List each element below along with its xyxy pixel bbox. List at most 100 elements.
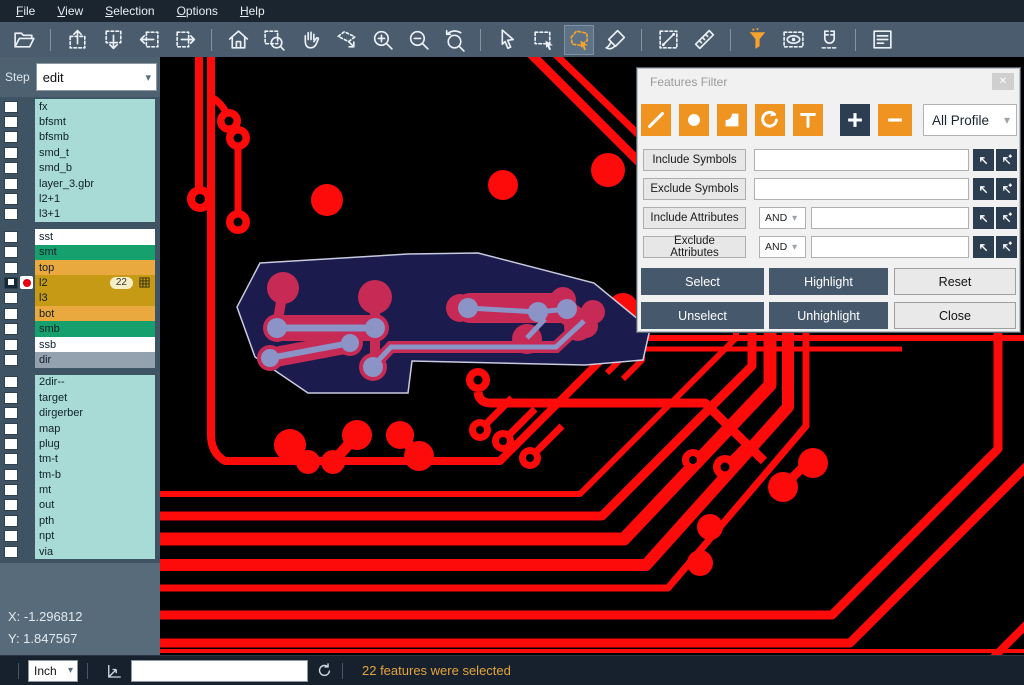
pan-hand-button[interactable] [296, 26, 324, 54]
layer-row-tm-b[interactable]: tm-b [0, 467, 160, 482]
layer-visibility-checkbox[interactable] [4, 423, 18, 435]
view-box-button[interactable] [779, 26, 807, 54]
select-rectangle-button[interactable] [529, 26, 557, 54]
layer-row-target[interactable]: target [0, 390, 160, 405]
layer-visibility-checkbox[interactable] [4, 246, 18, 258]
layer-visibility-checkbox[interactable] [4, 131, 18, 143]
layer-visibility-checkbox[interactable] [4, 453, 18, 465]
zoom-out-button[interactable] [404, 26, 432, 54]
layer-visibility-checkbox[interactable] [4, 546, 18, 558]
close-button[interactable]: Close [894, 302, 1016, 329]
ruler-button[interactable] [690, 26, 718, 54]
pan-up-button[interactable] [63, 26, 91, 54]
zoom-object-button[interactable] [332, 26, 360, 54]
layer-visibility-checkbox[interactable] [4, 376, 18, 388]
layer-row-dirgerber[interactable]: dirgerber [0, 405, 160, 420]
layer-visibility-checkbox[interactable] [4, 339, 18, 351]
exclude-symbols-button[interactable]: Exclude Symbols [643, 178, 746, 200]
layer-visibility-checkbox[interactable] [4, 484, 18, 496]
layer-visibility-checkbox[interactable] [4, 262, 18, 274]
pan-left-button[interactable] [135, 26, 163, 54]
select-polygon-button[interactable] [565, 26, 593, 54]
filter-arc-button[interactable] [755, 104, 785, 136]
select-button[interactable]: Select [641, 268, 764, 295]
layer-row-sst[interactable]: sst [0, 229, 160, 244]
layer-visibility-checkbox[interactable] [4, 292, 18, 304]
layer-row-dir[interactable]: dir [0, 352, 160, 367]
include-symbols-input[interactable] [754, 149, 969, 171]
include-symbols-button[interactable]: Include Symbols [643, 149, 746, 171]
layer-visibility-checkbox[interactable] [4, 530, 18, 542]
layer-row-out[interactable]: out [0, 498, 160, 513]
zoom-in-button[interactable] [368, 26, 396, 54]
layer-row-ssb[interactable]: ssb [0, 337, 160, 352]
snap-magnet-button[interactable] [815, 26, 843, 54]
layer-row-smt[interactable]: smt [0, 245, 160, 260]
highlight-button[interactable]: Highlight [769, 268, 888, 295]
layer-row-mt[interactable]: mt [0, 482, 160, 497]
pick-symbol-icon[interactable] [973, 178, 994, 200]
layer-row-bfsmb[interactable]: bfsmb [0, 130, 160, 145]
layer-row-plug[interactable]: plug [0, 436, 160, 451]
layer-row-bot[interactable]: bot [0, 306, 160, 321]
pick-symbol-add-icon[interactable] [996, 178, 1017, 200]
layer-row-npt[interactable]: npt [0, 529, 160, 544]
zoom-previous-button[interactable] [440, 26, 468, 54]
exclude-symbols-input[interactable] [754, 178, 969, 200]
layer-visibility-checkbox[interactable] [4, 323, 18, 335]
layer-row-smb[interactable]: smb [0, 321, 160, 336]
layer-visibility-checkbox[interactable] [4, 162, 18, 174]
layer-row-l3[interactable]: l3 [0, 291, 160, 306]
layer-visibility-checkbox[interactable] [4, 515, 18, 527]
measure-distance-button[interactable] [654, 26, 682, 54]
pick-attribute-icon[interactable] [973, 207, 994, 229]
layer-visibility-checkbox[interactable] [4, 178, 18, 190]
folder-open-button[interactable] [10, 26, 38, 54]
layer-row-bfsmt[interactable]: bfsmt [0, 114, 160, 129]
layer-form-button[interactable] [868, 26, 896, 54]
include-attributes-button[interactable]: Include Attributes [643, 207, 746, 229]
step-select[interactable]: edit ▾ [36, 63, 157, 91]
layer-row-l3+1[interactable]: l3+1 [0, 207, 160, 222]
layer-row-map[interactable]: map [0, 421, 160, 436]
exclude-attributes-operator-select[interactable]: AND▾ [759, 236, 806, 258]
layer-visibility-checkbox[interactable] [4, 231, 18, 243]
features-filter-button[interactable] [743, 26, 771, 54]
unhighlight-button[interactable]: Unhighlight [769, 302, 888, 329]
unit-select[interactable]: Inch ▾ [28, 660, 78, 682]
layer-row-smd_t[interactable]: smd_t [0, 145, 160, 160]
refresh-icon[interactable] [316, 662, 333, 679]
layer-visibility-checkbox[interactable] [4, 407, 18, 419]
layer-visibility-checkbox[interactable] [4, 438, 18, 450]
filter-minus-button[interactable] [878, 104, 912, 136]
layer-row-fx[interactable]: fx [0, 99, 160, 114]
filter-surface-button[interactable] [717, 104, 747, 136]
pan-down-button[interactable] [99, 26, 127, 54]
filter-line-button[interactable] [641, 104, 671, 136]
filter-plus-button[interactable] [840, 104, 870, 136]
snap-angle-icon[interactable] [105, 662, 123, 680]
command-input[interactable] [131, 660, 308, 682]
menu-view[interactable]: View [47, 2, 93, 20]
pan-right-button[interactable] [171, 26, 199, 54]
select-pointer-button[interactable] [493, 26, 521, 54]
menu-selection[interactable]: Selection [95, 2, 164, 20]
layer-visibility-checkbox[interactable] [4, 277, 18, 289]
layer-visibility-checkbox[interactable] [4, 499, 18, 511]
pick-attribute-add-icon[interactable] [996, 236, 1017, 258]
layer-visibility-checkbox[interactable] [4, 193, 18, 205]
include-attributes-operator-select[interactable]: AND▾ [759, 207, 806, 229]
close-icon[interactable]: ✕ [992, 73, 1014, 90]
menu-help[interactable]: Help [230, 2, 275, 20]
layer-row-tm-t[interactable]: tm-t [0, 452, 160, 467]
layer-row-l2+1[interactable]: l2+1 [0, 191, 160, 206]
zoom-window-button[interactable] [260, 26, 288, 54]
layer-visibility-checkbox[interactable] [4, 308, 18, 320]
layer-visibility-checkbox[interactable] [4, 469, 18, 481]
layer-row-top[interactable]: top [0, 260, 160, 275]
pick-attribute-icon[interactable] [973, 236, 994, 258]
pick-symbol-icon[interactable] [973, 149, 994, 171]
layer-visibility-checkbox[interactable] [4, 147, 18, 159]
layer-row-l2[interactable]: l222 [0, 275, 160, 290]
filter-text-button[interactable] [793, 104, 823, 136]
